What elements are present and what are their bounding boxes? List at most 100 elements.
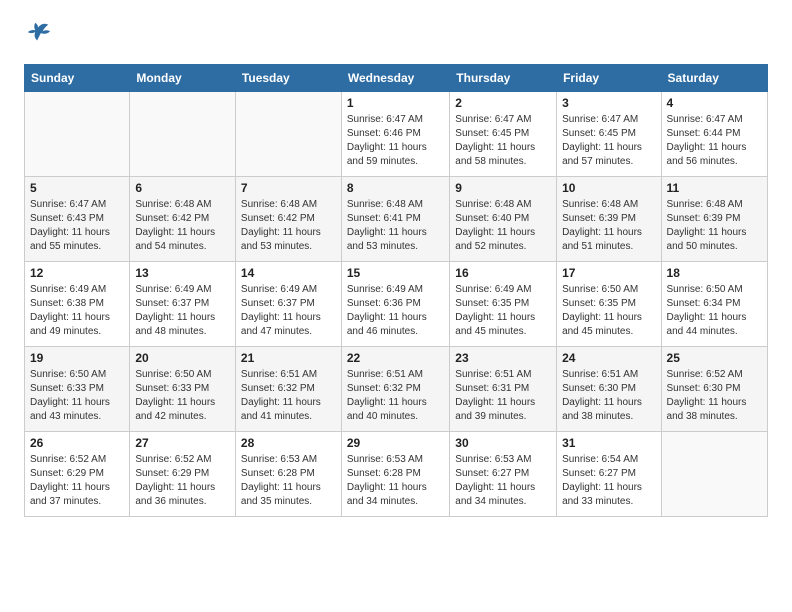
day-number: 7 (241, 181, 336, 195)
day-number: 6 (135, 181, 230, 195)
day-number: 18 (667, 266, 762, 280)
calendar-week-row: 26 Sunrise: 6:52 AM Sunset: 6:29 PM Dayli… (25, 432, 768, 517)
day-info: Sunrise: 6:51 AM Sunset: 6:32 PM Dayligh… (241, 368, 336, 424)
weekday-header-monday: Monday (130, 65, 236, 92)
day-number: 11 (667, 181, 762, 195)
day-info: Sunrise: 6:52 AM Sunset: 6:29 PM Dayligh… (30, 453, 124, 509)
day-number: 27 (135, 436, 230, 450)
calendar-cell: 6 Sunrise: 6:48 AM Sunset: 6:42 PM Daylig… (130, 177, 236, 262)
day-number: 20 (135, 351, 230, 365)
calendar-week-row: 5Sunrise: 6:47 AM Sunset: 6:43 PM Daylig… (25, 177, 768, 262)
day-number: 1 (347, 96, 444, 110)
day-info: Sunrise: 6:47 AM Sunset: 6:45 PM Dayligh… (455, 113, 551, 169)
calendar-cell: 29 Sunrise: 6:53 AM Sunset: 6:28 PM Dayli… (341, 432, 449, 517)
day-number: 25 (667, 351, 762, 365)
calendar-cell: 2 Sunrise: 6:47 AM Sunset: 6:45 PM Daylig… (450, 92, 557, 177)
day-number: 10 (562, 181, 655, 195)
page-header (24, 20, 768, 48)
day-info: Sunrise: 6:47 AM Sunset: 6:44 PM Dayligh… (667, 113, 762, 169)
weekday-header-wednesday: Wednesday (341, 65, 449, 92)
day-info: Sunrise: 6:50 AM Sunset: 6:33 PM Dayligh… (30, 368, 124, 424)
calendar-cell: 19Sunrise: 6:50 AM Sunset: 6:33 PM Dayli… (25, 347, 130, 432)
day-info: Sunrise: 6:50 AM Sunset: 6:33 PM Dayligh… (135, 368, 230, 424)
logo (24, 20, 56, 48)
day-info: Sunrise: 6:53 AM Sunset: 6:28 PM Dayligh… (347, 453, 444, 509)
weekday-header-tuesday: Tuesday (235, 65, 341, 92)
day-info: Sunrise: 6:48 AM Sunset: 6:42 PM Dayligh… (135, 198, 230, 254)
calendar-cell: 10 Sunrise: 6:48 AM Sunset: 6:39 PM Dayli… (557, 177, 661, 262)
day-info: Sunrise: 6:48 AM Sunset: 6:41 PM Dayligh… (347, 198, 444, 254)
day-info: Sunrise: 6:52 AM Sunset: 6:30 PM Dayligh… (667, 368, 762, 424)
day-number: 4 (667, 96, 762, 110)
day-number: 28 (241, 436, 336, 450)
day-info: Sunrise: 6:47 AM Sunset: 6:43 PM Dayligh… (30, 198, 124, 254)
calendar-week-row: 19Sunrise: 6:50 AM Sunset: 6:33 PM Dayli… (25, 347, 768, 432)
day-info: Sunrise: 6:50 AM Sunset: 6:34 PM Dayligh… (667, 283, 762, 339)
day-number: 12 (30, 266, 124, 280)
day-number: 15 (347, 266, 444, 280)
calendar-cell: 24 Sunrise: 6:51 AM Sunset: 6:30 PM Dayli… (557, 347, 661, 432)
calendar-cell: 9Sunrise: 6:48 AM Sunset: 6:40 PM Daylig… (450, 177, 557, 262)
day-info: Sunrise: 6:49 AM Sunset: 6:37 PM Dayligh… (241, 283, 336, 339)
day-info: Sunrise: 6:47 AM Sunset: 6:46 PM Dayligh… (347, 113, 444, 169)
calendar-cell: 13Sunrise: 6:49 AM Sunset: 6:37 PM Dayli… (130, 262, 236, 347)
weekday-header-saturday: Saturday (661, 65, 767, 92)
day-info: Sunrise: 6:48 AM Sunset: 6:42 PM Dayligh… (241, 198, 336, 254)
day-info: Sunrise: 6:49 AM Sunset: 6:37 PM Dayligh… (135, 283, 230, 339)
day-info: Sunrise: 6:51 AM Sunset: 6:32 PM Dayligh… (347, 368, 444, 424)
day-info: Sunrise: 6:47 AM Sunset: 6:45 PM Dayligh… (562, 113, 655, 169)
calendar-cell: 18 Sunrise: 6:50 AM Sunset: 6:34 PM Dayli… (661, 262, 767, 347)
day-number: 14 (241, 266, 336, 280)
calendar-cell: 3Sunrise: 6:47 AM Sunset: 6:45 PM Daylig… (557, 92, 661, 177)
calendar-week-row: 12 Sunrise: 6:49 AM Sunset: 6:38 PM Dayli… (25, 262, 768, 347)
day-number: 26 (30, 436, 124, 450)
day-number: 24 (562, 351, 655, 365)
day-number: 29 (347, 436, 444, 450)
calendar-cell (25, 92, 130, 177)
calendar-cell: 1 Sunrise: 6:47 AM Sunset: 6:46 PM Daylig… (341, 92, 449, 177)
calendar-cell: 27Sunrise: 6:52 AM Sunset: 6:29 PM Dayli… (130, 432, 236, 517)
day-number: 31 (562, 436, 655, 450)
day-number: 30 (455, 436, 551, 450)
calendar-cell: 7 Sunrise: 6:48 AM Sunset: 6:42 PM Daylig… (235, 177, 341, 262)
day-number: 23 (455, 351, 551, 365)
calendar-cell (661, 432, 767, 517)
weekday-header-thursday: Thursday (450, 65, 557, 92)
calendar-cell: 17Sunrise: 6:50 AM Sunset: 6:35 PM Dayli… (557, 262, 661, 347)
calendar-cell: 20 Sunrise: 6:50 AM Sunset: 6:33 PM Dayli… (130, 347, 236, 432)
day-info: Sunrise: 6:49 AM Sunset: 6:38 PM Dayligh… (30, 283, 124, 339)
day-info: Sunrise: 6:48 AM Sunset: 6:39 PM Dayligh… (667, 198, 762, 254)
logo-bird-icon (24, 20, 52, 48)
day-info: Sunrise: 6:48 AM Sunset: 6:39 PM Dayligh… (562, 198, 655, 254)
calendar-week-row: 1 Sunrise: 6:47 AM Sunset: 6:46 PM Daylig… (25, 92, 768, 177)
calendar-cell: 15 Sunrise: 6:49 AM Sunset: 6:36 PM Dayli… (341, 262, 449, 347)
day-number: 17 (562, 266, 655, 280)
calendar-table: SundayMondayTuesdayWednesdayThursdayFrid… (24, 64, 768, 517)
day-number: 8 (347, 181, 444, 195)
day-info: Sunrise: 6:51 AM Sunset: 6:31 PM Dayligh… (455, 368, 551, 424)
day-number: 22 (347, 351, 444, 365)
day-info: Sunrise: 6:51 AM Sunset: 6:30 PM Dayligh… (562, 368, 655, 424)
calendar-cell: 28 Sunrise: 6:53 AM Sunset: 6:28 PM Dayli… (235, 432, 341, 517)
calendar-cell: 16Sunrise: 6:49 AM Sunset: 6:35 PM Dayli… (450, 262, 557, 347)
day-number: 2 (455, 96, 551, 110)
weekday-header-sunday: Sunday (25, 65, 130, 92)
calendar-cell (130, 92, 236, 177)
weekday-header-row: SundayMondayTuesdayWednesdayThursdayFrid… (25, 65, 768, 92)
day-number: 21 (241, 351, 336, 365)
calendar-cell (235, 92, 341, 177)
calendar-cell: 30 Sunrise: 6:53 AM Sunset: 6:27 PM Dayli… (450, 432, 557, 517)
calendar-cell: 23 Sunrise: 6:51 AM Sunset: 6:31 PM Dayli… (450, 347, 557, 432)
day-info: Sunrise: 6:53 AM Sunset: 6:28 PM Dayligh… (241, 453, 336, 509)
weekday-header-friday: Friday (557, 65, 661, 92)
calendar-cell: 26 Sunrise: 6:52 AM Sunset: 6:29 PM Dayli… (25, 432, 130, 517)
calendar-cell: 8 Sunrise: 6:48 AM Sunset: 6:41 PM Daylig… (341, 177, 449, 262)
calendar-cell: 25 Sunrise: 6:52 AM Sunset: 6:30 PM Dayli… (661, 347, 767, 432)
calendar-cell: 4 Sunrise: 6:47 AM Sunset: 6:44 PM Daylig… (661, 92, 767, 177)
day-info: Sunrise: 6:49 AM Sunset: 6:36 PM Dayligh… (347, 283, 444, 339)
day-info: Sunrise: 6:53 AM Sunset: 6:27 PM Dayligh… (455, 453, 551, 509)
day-number: 16 (455, 266, 551, 280)
calendar-cell: 14 Sunrise: 6:49 AM Sunset: 6:37 PM Dayli… (235, 262, 341, 347)
calendar-cell: 5Sunrise: 6:47 AM Sunset: 6:43 PM Daylig… (25, 177, 130, 262)
day-number: 9 (455, 181, 551, 195)
